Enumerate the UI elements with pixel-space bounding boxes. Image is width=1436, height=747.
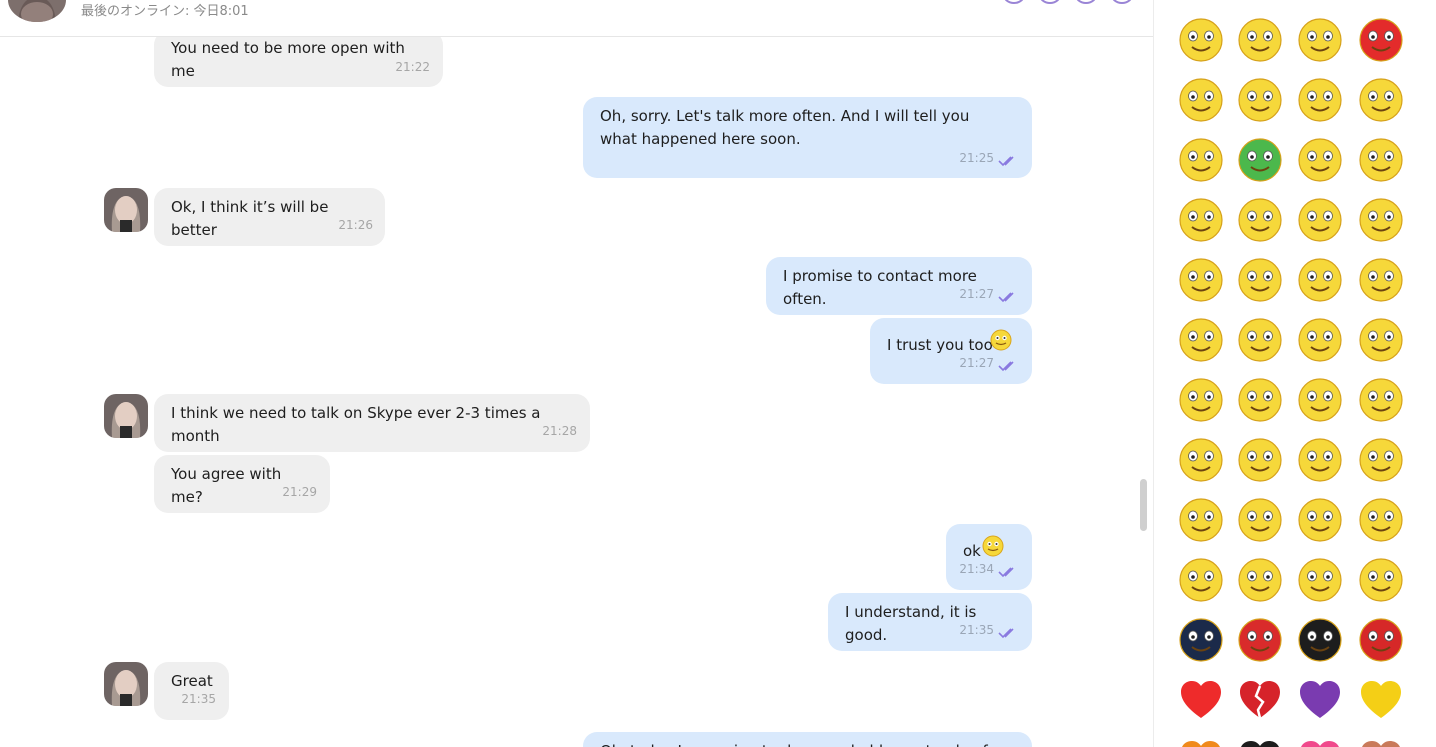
message-incoming: You need to be more open with me 21:22 <box>154 37 443 87</box>
message-outgoing: I understand, it is good. 21:35 <box>828 593 1032 651</box>
x-eyes-face-emoji-icon[interactable] <box>1236 376 1284 424</box>
tongue-out-face-emoji-icon[interactable] <box>1177 76 1225 124</box>
message-text: Ok, today I am going to do some hobby, n… <box>600 732 1016 747</box>
teeth-face-emoji-icon[interactable] <box>1357 196 1405 244</box>
partial-emoji-icon[interactable] <box>1296 736 1344 747</box>
message-outgoing: I promise to contact more often. 21:27 <box>766 257 1032 315</box>
message-time: 21:34 <box>959 562 994 576</box>
laughing-tears-face-emoji-icon[interactable] <box>1236 316 1284 364</box>
yellow-heart-icon[interactable] <box>1357 676 1405 724</box>
confused-face-emoji-icon[interactable] <box>1357 256 1405 304</box>
blushing-face-emoji-icon[interactable] <box>1296 136 1344 184</box>
read-ticks-icon <box>998 156 1014 167</box>
sick-green-face-emoji-icon[interactable] <box>1236 136 1284 184</box>
message-outgoing: ok 21:34 <box>946 524 1032 590</box>
broken-heart-icon[interactable] <box>1236 676 1284 724</box>
message-outgoing: Ok, today I am going to do some hobby, n… <box>583 732 1032 747</box>
purple-heart-icon[interactable] <box>1296 676 1344 724</box>
disgusted-face-emoji-icon[interactable] <box>1357 436 1405 484</box>
message-time: 21:35 <box>959 623 994 637</box>
sender-avatar[interactable] <box>104 394 148 438</box>
wink-face-emoji-icon[interactable] <box>1296 196 1344 244</box>
message-time: 21:35 <box>181 692 216 706</box>
smiley-emoji-icon <box>982 535 1004 557</box>
unamused-face-emoji-icon[interactable] <box>1357 376 1405 424</box>
smiling-face-emoji-icon[interactable] <box>1177 16 1225 64</box>
last-online-status: 最後のオンライン: 今日8:01 <box>81 4 249 19</box>
message-list[interactable]: You need to be more open with me 21:22 O… <box>0 37 1153 747</box>
message-text: You need to be more open with me <box>171 39 405 80</box>
worried-face-emoji-icon[interactable] <box>1236 16 1284 64</box>
angry-face-emoji-icon[interactable] <box>1177 496 1225 544</box>
message-outgoing: Oh, sorry. Let's talk more often. And I … <box>583 97 1032 178</box>
message-incoming: I think we need to talk on Skype ever 2-… <box>154 394 590 452</box>
masked-hero-face-emoji-icon[interactable] <box>1296 616 1344 664</box>
message-incoming: Great 21:35 <box>154 662 229 720</box>
scrollbar-thumb[interactable] <box>1140 479 1147 531</box>
nervous-face-emoji-icon[interactable] <box>1177 436 1225 484</box>
partial-emoji-icon[interactable] <box>1357 736 1405 747</box>
grinning-face-emoji-icon[interactable] <box>1236 76 1284 124</box>
smirking-face-emoji-icon[interactable] <box>1236 196 1284 244</box>
kissing-face-emoji-icon[interactable] <box>1357 76 1405 124</box>
message-time: 21:26 <box>338 218 373 232</box>
spider-face-emoji-icon[interactable] <box>1236 616 1284 664</box>
big-grin-face-emoji-icon[interactable] <box>1357 136 1405 184</box>
frustrated-face-emoji-icon[interactable] <box>1236 496 1284 544</box>
read-ticks-icon <box>998 628 1014 639</box>
message-time: 21:27 <box>959 356 994 370</box>
astonished-face-emoji-icon[interactable] <box>1236 436 1284 484</box>
sly-face-emoji-icon[interactable] <box>1296 436 1344 484</box>
sleepy-face-emoji-icon[interactable] <box>1177 556 1225 604</box>
message-time: 21:27 <box>959 287 994 301</box>
phone-icon[interactable] <box>1039 0 1061 4</box>
dizzy-face-emoji-icon[interactable] <box>1177 376 1225 424</box>
smiley-emoji-icon <box>990 329 1012 351</box>
crying-laughing-face-emoji-icon[interactable] <box>1236 256 1284 304</box>
message-time: 21:25 <box>959 151 994 165</box>
message-text: Oh, sorry. Let's talk more often. And I … <box>600 107 970 148</box>
nerd-glasses-face-emoji-icon[interactable] <box>1296 256 1344 304</box>
sweating-face-emoji-icon[interactable] <box>1177 136 1225 184</box>
message-time: 21:22 <box>395 60 430 74</box>
message-outgoing: I trust you too 21:27 <box>870 318 1032 384</box>
chat-header: 最後のオンライン: 今日8:01 <box>0 0 1153 37</box>
winking-tongue-face-emoji-icon[interactable] <box>1296 16 1344 64</box>
angry-red-face-emoji-icon[interactable] <box>1357 16 1405 64</box>
contact-avatar[interactable] <box>8 0 66 22</box>
sobbing-face-emoji-icon[interactable] <box>1357 556 1405 604</box>
read-ticks-icon <box>998 292 1014 303</box>
sad-face-emoji-icon[interactable] <box>1177 256 1225 304</box>
thinking-face-emoji-icon[interactable] <box>1296 556 1344 604</box>
message-incoming: You agree with me? 21:29 <box>154 455 330 513</box>
sender-avatar[interactable] <box>104 188 148 232</box>
red-heart-icon[interactable] <box>1177 676 1225 724</box>
info-icon[interactable] <box>1111 0 1133 4</box>
neutral-face-emoji-icon[interactable] <box>1296 376 1344 424</box>
kiss-heart-face-emoji-icon[interactable] <box>1296 316 1344 364</box>
read-ticks-icon <box>998 361 1014 372</box>
partial-emoji-icon[interactable] <box>1236 736 1284 747</box>
surprised-face-emoji-icon[interactable] <box>1177 316 1225 364</box>
message-incoming: Ok, I think it’s will be better 21:26 <box>154 188 385 246</box>
video-icon[interactable] <box>1075 0 1097 4</box>
emoji-picker <box>1153 0 1436 747</box>
shocked-face-emoji-icon[interactable] <box>1296 76 1344 124</box>
pleading-face-emoji-icon[interactable] <box>1296 496 1344 544</box>
devil-face-emoji-icon[interactable] <box>1357 616 1405 664</box>
sender-avatar[interactable] <box>104 662 148 706</box>
message-time: 21:29 <box>282 485 317 499</box>
partial-emoji-icon[interactable] <box>1177 736 1225 747</box>
ninja-face-emoji-icon[interactable] <box>1177 616 1225 664</box>
header-actions <box>1003 0 1133 4</box>
music-face-emoji-icon[interactable] <box>1357 496 1405 544</box>
money-face-emoji-icon[interactable] <box>1177 196 1225 244</box>
search-icon[interactable] <box>1003 0 1025 4</box>
message-time: 21:28 <box>542 424 577 438</box>
read-ticks-icon <box>998 567 1014 578</box>
message-text: I think we need to talk on Skype ever 2-… <box>171 404 541 445</box>
cool-smirk-face-emoji-icon[interactable] <box>1236 556 1284 604</box>
drooling-face-emoji-icon[interactable] <box>1357 316 1405 364</box>
